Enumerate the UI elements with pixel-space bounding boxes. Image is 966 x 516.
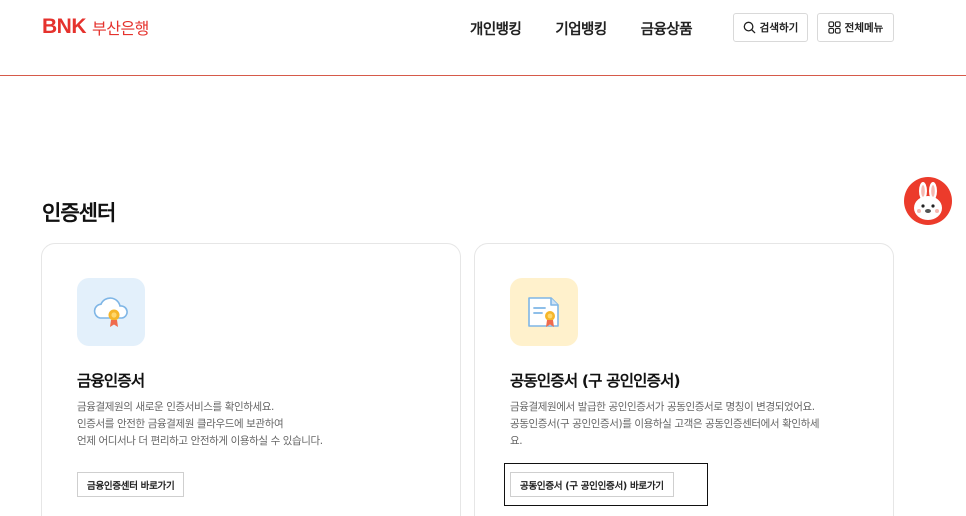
main-nav: 개인뱅킹 기업뱅킹 금융상품 <box>470 18 693 39</box>
card-title: 공동인증서 (구 공인인증서) <box>510 372 681 390</box>
joint-cert-shortcut-button[interactable]: 공동인증서 (구 공인인증서) 바로가기 <box>510 472 674 497</box>
search-icon <box>743 21 756 34</box>
nav-financial-products[interactable]: 금융상품 <box>641 18 693 39</box>
chatbot-mascot-button[interactable] <box>904 177 952 225</box>
all-menu-button-label: 전체메뉴 <box>844 22 884 34</box>
nav-personal-banking[interactable]: 개인뱅킹 <box>470 18 522 39</box>
joint-certificate-card: 공동인증서 (구 공인인증서) 금융결제원에서 발급한 공인인증서가 공동인증서… <box>474 243 894 516</box>
rabbit-mascot-icon <box>914 182 942 220</box>
bnk-logo[interactable]: BNK 부산은행 <box>42 15 149 39</box>
financial-certificate-card: 금융인증서 금융결제원의 새로운 인증서비스를 확인하세요. 인증서를 안전한 … <box>41 243 461 516</box>
card-desc-line: 요. <box>510 435 523 447</box>
card-description: 금융결제원에서 발급한 공인인증서가 공동인증서로 명칭이 변경되었어요. 공동… <box>510 399 870 450</box>
cloud-certificate-icon <box>77 278 145 346</box>
card-desc-line: 인증서를 안전한 금융결제원 클라우드에 보관하여 <box>77 418 284 430</box>
logo-bnk-text: BNK <box>42 15 87 38</box>
card-desc-line: 금융결제원에서 발급한 공인인증서가 공동인증서로 명칭이 변경되었어요. <box>510 401 815 413</box>
card-title: 금융인증서 <box>77 372 145 390</box>
card-desc-line: 공동인증서(구 공인인증서)를 이용하실 고객은 공동인증센터에서 확인하세 <box>510 418 820 430</box>
card-desc-line: 금융결제원의 새로운 인증서비스를 확인하세요. <box>77 401 274 413</box>
card-description: 금융결제원의 새로운 인증서비스를 확인하세요. 인증서를 안전한 금융결제원 … <box>77 399 437 450</box>
card-desc-line: 언제 어디서나 더 편리하고 안전하게 이용하실 수 있습니다. <box>77 435 323 447</box>
document-certificate-icon <box>510 278 578 346</box>
page-title: 인증센터 <box>42 201 116 225</box>
logo-bank-name: 부산은행 <box>92 19 149 38</box>
financial-cert-center-button[interactable]: 금융인증센터 바로가기 <box>77 472 185 497</box>
search-button[interactable]: 검색하기 <box>733 13 808 42</box>
grid-menu-icon <box>828 21 841 34</box>
nav-corporate-banking[interactable]: 기업뱅킹 <box>555 18 607 39</box>
site-header: BNK 부산은행 개인뱅킹 기업뱅킹 금융상품 검색하기 전체메뉴 <box>0 0 966 76</box>
search-button-label: 검색하기 <box>759 22 799 34</box>
all-menu-button[interactable]: 전체메뉴 <box>817 13 894 42</box>
